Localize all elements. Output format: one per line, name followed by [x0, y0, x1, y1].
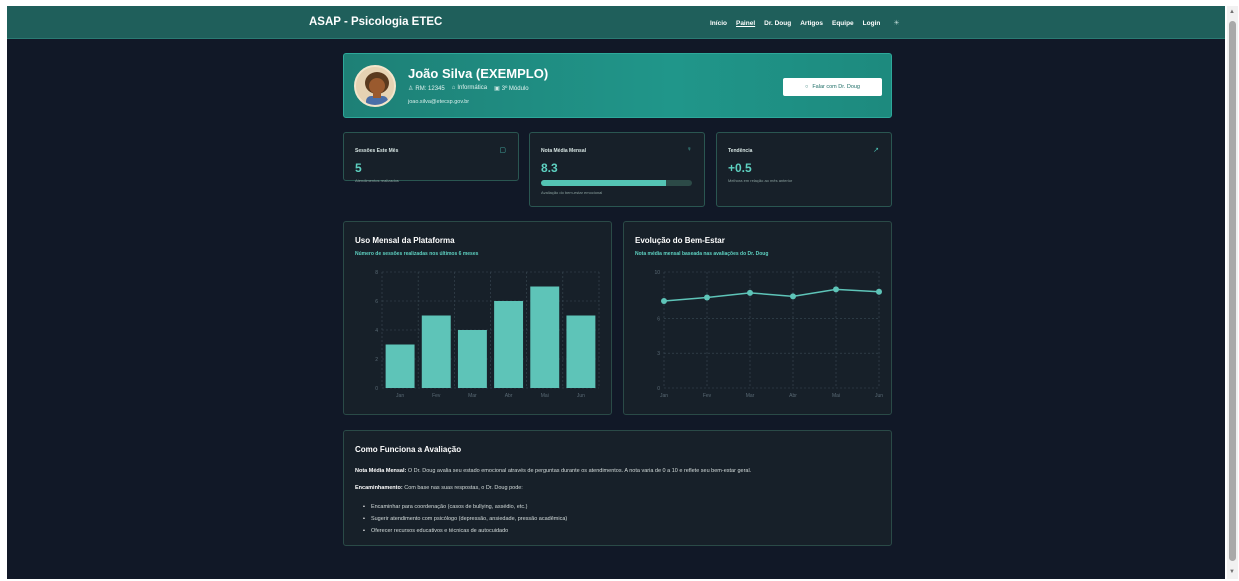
info-referral-paragraph: Encaminhamento: Com base nas suas respos… [355, 485, 885, 491]
trending-up-icon: ↗ [873, 147, 879, 154]
talk-to-dr-doug-button[interactable]: ○ Falar com Dr. Doug [783, 78, 882, 96]
stat-subtitle: Melhora em relação ao mês anterior [728, 178, 793, 183]
y-tick-label: 0 [657, 386, 660, 392]
bar-jun [566, 315, 596, 388]
x-tick-label: Jan [396, 393, 404, 399]
profile-rm: RM: 12345 [415, 86, 445, 92]
point-jun [876, 288, 882, 295]
score-progress-fill [541, 180, 667, 186]
avatar [354, 65, 396, 107]
info-referral-label: Encaminhamento: [355, 485, 403, 491]
calendar-icon: ▢ [499, 147, 506, 154]
stat-value: 5 [355, 161, 362, 175]
list-item: Oferecer recursos educativos e técnicas … [363, 528, 567, 540]
usage-bar-chart: 0 2 4 6 8 Jan Fev Mar Abr Mai Jun [375, 270, 600, 399]
stat-subtitle: Avaliação do bem-estar emocional [541, 190, 603, 195]
calendar-icon: ▣ [494, 86, 500, 92]
profile-email: joao.silva@etecsp.gov.br [408, 99, 470, 105]
info-referral-text: Com base nas suas respostas, o Dr. Doug … [402, 485, 523, 491]
profile-card: João Silva (EXEMPLO) ♙ RM: 12345 ⌂ Informá… [343, 53, 892, 118]
user-icon: ♙ [408, 86, 414, 92]
x-tick-label: Jun [875, 393, 883, 399]
profile-course: Informática [457, 85, 488, 91]
score-progress-bar [541, 180, 692, 186]
y-tick-label: 6 [657, 316, 660, 322]
stat-subtitle: Atendimentos realizados [355, 178, 399, 183]
y-tick-label: 3 [657, 351, 660, 357]
point-mar [747, 289, 753, 296]
profile-meta: ♙ RM: 12345 ⌂ Informática ▣ 3º Módulo [408, 85, 529, 92]
scrollbar-thumb[interactable] [1229, 21, 1236, 561]
stat-value: 8.3 [541, 161, 558, 175]
page-viewport: ASAP - Psicologia ETEC Início Painel Dr.… [7, 6, 1225, 579]
series-line [663, 288, 880, 302]
nav-link-equipe[interactable]: Equipe [832, 20, 854, 27]
scroll-down-arrow-icon[interactable]: ▼ [1229, 569, 1235, 575]
profile-name: João Silva (EXEMPLO) [408, 66, 549, 81]
stat-card-sessions: Sessões Este Mês ▢ 5 Atendimentos realiz… [343, 132, 519, 183]
point-fev [704, 294, 710, 301]
x-tick-label: Fev [703, 393, 712, 399]
nav-link-login[interactable]: Login [863, 20, 881, 27]
y-tick-label: 10 [654, 270, 660, 276]
nav-link-artigos[interactable]: Artigos [800, 20, 823, 27]
info-score-text: O Dr. Doug avalia seu estado emocional a… [406, 468, 752, 474]
brand-logo-text[interactable]: ASAP - Psicologia ETEC [309, 16, 442, 28]
wellbeing-chart-card: Evolução do Bem-Estar Nota média mensal … [623, 221, 892, 415]
navbar: ASAP - Psicologia ETEC Início Painel Dr.… [7, 6, 1225, 39]
y-tick-label: 0 [375, 386, 378, 392]
stat-title: Tendência [728, 148, 753, 154]
y-tick-label: 2 [375, 357, 378, 363]
talk-button-label: Falar com Dr. Doug [812, 84, 860, 90]
graduation-cap-icon: ⌂ [451, 85, 456, 91]
list-item: Encaminhar para coordenação (casos de bu… [363, 504, 567, 516]
point-mai [833, 286, 839, 293]
nav-links: Início Painel Dr. Doug Artigos Equipe Lo… [710, 19, 900, 28]
bar-fev [421, 315, 451, 388]
bar-mar [457, 330, 487, 388]
y-tick-label: 6 [375, 299, 378, 305]
bar-mai [530, 286, 560, 388]
x-tick-label: Abr [505, 393, 513, 399]
nav-link-inicio[interactable]: Início [710, 20, 727, 27]
x-tick-label: Jun [577, 393, 585, 399]
wellbeing-line-chart: 0 3 6 10 Jan Fev Mar Abr Mai Jun [654, 270, 883, 399]
profile-module: 3º Módulo [501, 86, 529, 92]
stat-card-trend: Tendência ↗ +0.5 Melhora em relação ao m… [716, 132, 892, 207]
info-score-paragraph: Nota Média Mensal: O Dr. Doug avalia seu… [355, 468, 885, 474]
x-tick-label: Jan [660, 393, 668, 399]
nav-link-dr-doug[interactable]: Dr. Doug [764, 20, 791, 27]
chat-bubble-icon: ○ [804, 84, 809, 90]
vertical-scrollbar[interactable]: ▲ ▼ [1227, 6, 1238, 579]
stat-value: +0.5 [728, 161, 752, 175]
award-icon: ♀ [686, 146, 692, 153]
scroll-up-arrow-icon[interactable]: ▲ [1229, 9, 1235, 15]
nav-link-painel[interactable]: Painel [736, 20, 755, 27]
y-tick-label: 4 [375, 328, 378, 334]
stat-title: Nota Média Mensal [541, 148, 587, 154]
x-tick-label: Abr [789, 393, 797, 399]
point-jan [661, 298, 667, 304]
referral-list: Encaminhar para coordenação (casos de bu… [363, 504, 567, 540]
evaluation-info-card: Como Funciona a Avaliação Nota Média Men… [343, 430, 892, 546]
bar-jan [385, 344, 415, 388]
stat-card-average-score: Nota Média Mensal ♀ 8.3 Avaliação do bem… [529, 132, 705, 207]
point-abr [790, 293, 796, 300]
list-item: Sugerir atendimento com psicólogo (depre… [363, 516, 567, 528]
x-tick-label: Mai [832, 393, 840, 399]
x-tick-label: Mai [541, 393, 549, 399]
info-title: Como Funciona a Avaliação [355, 445, 462, 454]
stat-title: Sessões Este Mês [355, 148, 399, 154]
usage-chart-card: Uso Mensal da Plataforma Número de sessõ… [343, 221, 612, 415]
x-tick-label: Fev [432, 393, 441, 399]
sun-icon[interactable]: ☀ [893, 19, 899, 27]
y-tick-label: 8 [375, 270, 378, 276]
x-tick-label: Mar [746, 393, 755, 399]
info-score-label: Nota Média Mensal: [355, 468, 407, 474]
bar-abr [494, 301, 524, 388]
x-tick-label: Mar [468, 393, 477, 399]
